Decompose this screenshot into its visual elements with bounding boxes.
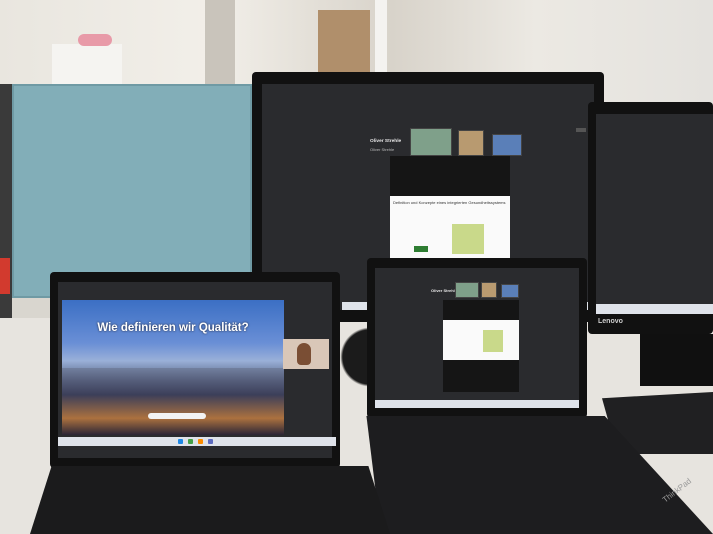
video-tile-2[interactable] xyxy=(458,130,484,156)
shared-document-small xyxy=(443,320,519,360)
windows-start-icon[interactable] xyxy=(178,439,183,444)
window-controls[interactable] xyxy=(576,128,586,132)
white-cabinet xyxy=(52,44,122,86)
meeting-participant-name: Oliver Strehle xyxy=(370,139,402,144)
slide-caption-bar xyxy=(148,413,206,419)
meeting-participant-subtitle: Oliver Strehle xyxy=(370,147,395,152)
document-diagram-small xyxy=(483,330,503,352)
document-title: Definition und Konzepte eines integriert… xyxy=(393,200,506,205)
slide-title: Wie definieren wir Qualität? xyxy=(97,322,249,334)
slide-city-image xyxy=(62,368,284,435)
video-tile-small-1[interactable] xyxy=(455,282,479,298)
left-laptop-taskbar[interactable] xyxy=(58,437,336,446)
shared-document: Definition und Konzepte eines integriert… xyxy=(390,196,510,261)
meeting-participant-name-small: Oliver Strehle xyxy=(431,288,458,293)
document-arrow xyxy=(414,246,428,252)
folder-icon[interactable] xyxy=(198,439,203,444)
middle-laptop-taskbar[interactable] xyxy=(375,400,579,408)
middle-laptop: Oliver Strehle xyxy=(367,258,587,418)
right-monitor-screen xyxy=(596,114,713,314)
right-monitor-stand xyxy=(640,334,713,386)
presenter-avatar xyxy=(297,343,311,365)
teal-desk-partition xyxy=(12,84,252,298)
video-tile-1[interactable] xyxy=(410,128,452,156)
right-monitor xyxy=(588,102,713,334)
teams-icon[interactable] xyxy=(208,439,213,444)
right-monitor-taskbar[interactable] xyxy=(596,304,713,314)
document-diagram xyxy=(452,224,484,254)
pink-object xyxy=(78,34,112,46)
left-laptop-keyboard[interactable] xyxy=(30,466,390,534)
wooden-shelf xyxy=(318,10,370,80)
video-tile-small-3[interactable] xyxy=(501,284,519,298)
app-icon[interactable] xyxy=(188,439,193,444)
middle-laptop-screen: Oliver Strehle xyxy=(375,268,579,408)
lenovo-logo: Lenovo xyxy=(598,318,623,325)
video-tile-3[interactable] xyxy=(492,134,522,156)
red-light xyxy=(0,258,10,294)
video-tile-small-2[interactable] xyxy=(481,282,497,298)
